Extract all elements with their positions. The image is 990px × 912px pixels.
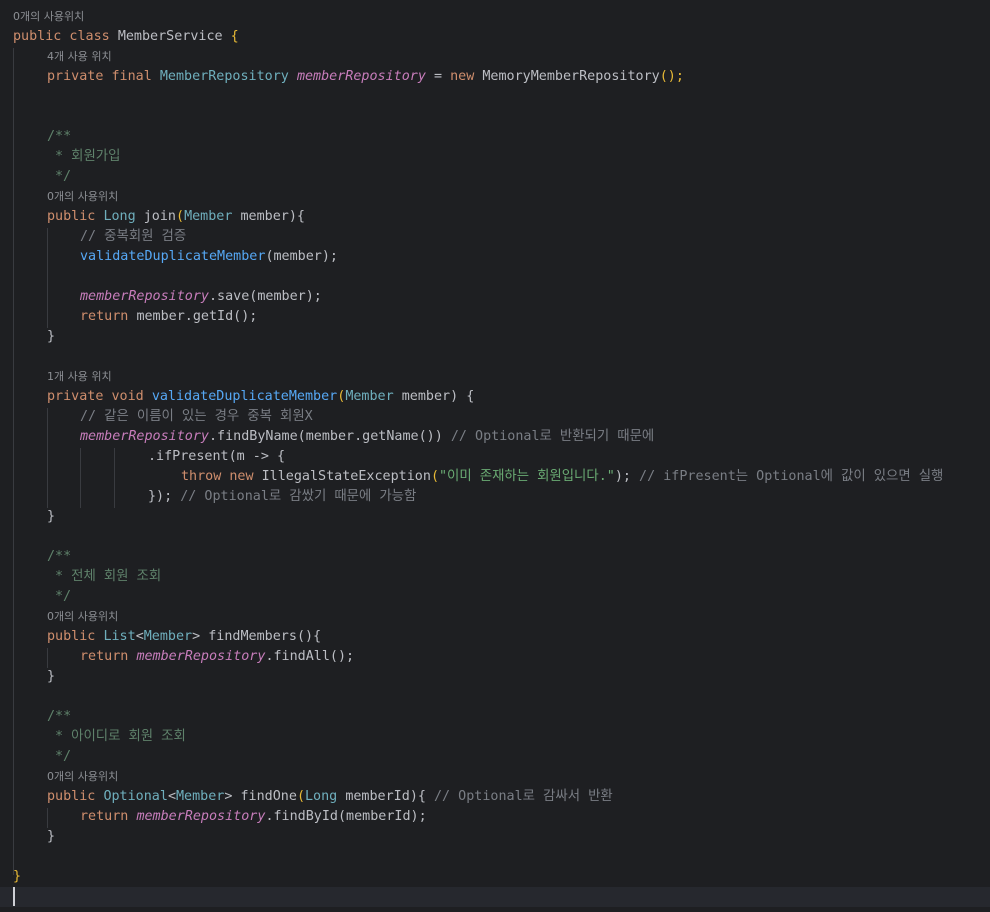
doc-comment: /** [47, 129, 72, 144]
usage-hint[interactable]: 0개의 사용위치 [13, 7, 84, 27]
field-declaration: private final MemberRepository memberRep… [47, 69, 684, 84]
indent-guide [80, 448, 81, 508]
code-line: return memberRepository.findById(memberI… [80, 809, 427, 824]
usage-hint[interactable]: 0개의 사용위치 [47, 187, 118, 207]
close-brace: } [47, 329, 56, 344]
method-join-signature: public Long join(Member member){ [47, 209, 305, 224]
indent-guide [47, 408, 48, 508]
doc-comment: /** [47, 549, 72, 564]
doc-comment: */ [55, 749, 72, 764]
close-brace: } [47, 829, 56, 844]
indent-guide [47, 808, 48, 828]
method-validate-signature: private void validateDuplicateMember(Mem… [47, 389, 475, 404]
usage-hint[interactable]: 1개 사용 위치 [47, 367, 112, 387]
code-line: throw new IllegalStateException("이미 존재하는… [181, 469, 944, 484]
usage-hint[interactable]: 0개의 사용위치 [47, 607, 118, 627]
indent-guide [47, 228, 48, 328]
current-line-highlight [0, 887, 990, 907]
class-close-brace: } [13, 869, 22, 884]
indent-guide [13, 48, 14, 875]
doc-comment: * 회원가입 [55, 149, 121, 164]
method-findMembers-signature: public List<Member> findMembers(){ [47, 629, 322, 644]
indent-guide [114, 448, 115, 508]
text-caret [13, 887, 15, 906]
code-line: return member.getId(); [80, 309, 258, 324]
doc-comment: */ [55, 169, 72, 184]
indent-guide [47, 648, 48, 668]
doc-comment: /** [47, 709, 72, 724]
code-editor[interactable]: 0개의 사용위치 public class MemberService { 4개… [0, 0, 990, 912]
code-line: .ifPresent(m -> { [148, 449, 286, 464]
usage-hint[interactable]: 4개 사용 위치 [47, 47, 112, 67]
close-brace: } [47, 509, 56, 524]
code-line: validateDuplicateMember(member); [80, 249, 338, 264]
doc-comment: * 아이디로 회원 조회 [55, 729, 186, 744]
code-line: }); // Optional로 감쌌기 때문에 가능함 [148, 489, 417, 504]
method-findOne-signature: public Optional<Member> findOne(Long mem… [47, 789, 613, 804]
close-brace: } [47, 669, 56, 684]
line-comment: // 중복회원 검증 [80, 229, 187, 244]
code-line: memberRepository.save(member); [80, 289, 322, 304]
usage-hint[interactable]: 0개의 사용위치 [47, 767, 118, 787]
code-line: memberRepository.findByName(member.getNa… [80, 429, 655, 444]
class-declaration: public class MemberService { [13, 29, 239, 44]
doc-comment: * 전체 회원 조회 [55, 569, 162, 584]
code-line: return memberRepository.findAll(); [80, 649, 355, 664]
line-comment: // 같은 이름이 있는 경우 중복 회원X [80, 409, 313, 424]
doc-comment: */ [55, 589, 72, 604]
